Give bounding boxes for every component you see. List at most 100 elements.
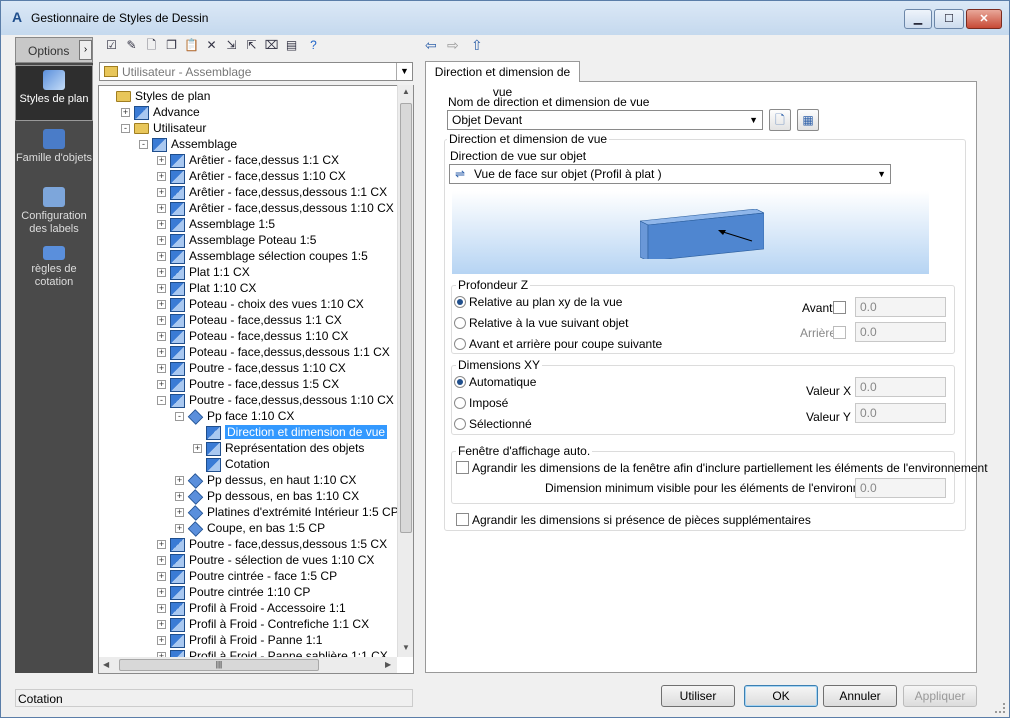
expand-icon[interactable]: +: [175, 508, 184, 518]
xy-auto-radio[interactable]: [454, 376, 466, 388]
expand-icon[interactable]: +: [157, 220, 166, 230]
tree-item[interactable]: + Assemblage Poteau 1:5: [157, 232, 316, 248]
scroll-left-icon[interactable]: ◀: [103, 660, 109, 669]
tree-item[interactable]: + Coupe, en bas 1:5 CP: [175, 520, 325, 537]
ok-button[interactable]: OK: [744, 685, 818, 707]
scroll-thumb[interactable]: |||: [119, 659, 319, 671]
tree-item[interactable]: + Pp dessus, en haut 1:10 CX: [175, 472, 356, 489]
properties-icon[interactable]: ▤: [283, 37, 300, 54]
scroll-down-icon[interactable]: ▼: [402, 643, 410, 652]
expand-icon[interactable]: +: [157, 380, 166, 390]
tree-item[interactable]: + Profil à Froid - Contrefiche 1:1 CX: [157, 616, 369, 632]
tree-item[interactable]: + Poutre - face,dessus 1:5 CX: [157, 376, 339, 392]
tree-item[interactable]: + Poutre - face,dessus 1:10 CX: [157, 360, 346, 376]
expand-icon[interactable]: +: [121, 108, 130, 118]
enlarge-window-checkbox[interactable]: [456, 461, 469, 474]
expand-icon[interactable]: +: [193, 444, 202, 454]
min-visible-field[interactable]: 0.0: [855, 478, 946, 498]
tree-item[interactable]: - Utilisateur: [121, 120, 206, 136]
tree-item[interactable]: + Platines d'extrémité Intérieur 1:5 CP: [175, 504, 399, 521]
collapse-icon[interactable]: -: [121, 124, 130, 134]
expand-icon[interactable]: +: [157, 188, 166, 198]
paste-icon[interactable]: 📋: [183, 37, 200, 54]
new-icon[interactable]: 🗋: [143, 37, 160, 54]
nav-item-label-config[interactable]: Configuration des labels: [15, 183, 93, 235]
expand-icon[interactable]: +: [157, 572, 166, 582]
expand-icon[interactable]: +: [157, 332, 166, 342]
tree-item[interactable]: + Représentation des objets: [193, 440, 364, 456]
delete-icon[interactable]: ✕: [203, 37, 220, 54]
copy-icon[interactable]: ❐: [163, 37, 180, 54]
scroll-thumb[interactable]: [400, 103, 412, 533]
collapse-icon[interactable]: -: [175, 412, 184, 422]
tree-item[interactable]: Cotation: [193, 456, 270, 472]
expand-icon[interactable]: +: [157, 364, 166, 374]
tree-item[interactable]: + Poteau - face,dessus,dessous 1:1 CX: [157, 344, 390, 360]
tree-item[interactable]: - Poutre - face,dessus,dessous 1:10 CX: [157, 392, 394, 408]
expand-icon[interactable]: +: [157, 540, 166, 550]
help-icon[interactable]: ?: [305, 37, 322, 54]
tree-item[interactable]: + Poteau - choix des vues 1:10 CX: [157, 296, 364, 312]
tree-item[interactable]: + Poutre cintrée 1:10 CP: [157, 584, 310, 600]
tree-item[interactable]: + Plat 1:1 CX: [157, 264, 250, 280]
expand-icon[interactable]: +: [157, 604, 166, 614]
extra-parts-checkbox[interactable]: [456, 513, 469, 526]
x-value-field[interactable]: 0.0: [855, 377, 946, 397]
nav-item-plan-styles[interactable]: Styles de plan: [15, 65, 93, 121]
scroll-right-icon[interactable]: ▶: [385, 660, 391, 669]
expand-icon[interactable]: +: [175, 492, 184, 502]
name-select[interactable]: Objet Devant ▼: [447, 110, 763, 130]
nav-item-object-family[interactable]: Famille d'objets: [15, 125, 93, 175]
select-view-button[interactable]: ▦: [797, 109, 819, 131]
tree-vertical-scrollbar[interactable]: ▲ ▼: [397, 85, 413, 657]
xy-imposed-radio[interactable]: [454, 397, 466, 409]
tree-item[interactable]: + Arêtier - face,dessus 1:1 CX: [157, 152, 339, 168]
tree-item[interactable]: - Pp face 1:10 CX: [175, 408, 294, 425]
y-value-field[interactable]: 0.0: [855, 403, 946, 423]
options-tab[interactable]: Options ›: [15, 37, 93, 63]
collapse-icon[interactable]: -: [157, 396, 166, 406]
depth-relative-view-radio[interactable]: [454, 317, 466, 329]
chevron-down-icon[interactable]: ▼: [396, 63, 412, 80]
tree-item[interactable]: + Poteau - face,dessus 1:1 CX: [157, 312, 342, 328]
tree-item[interactable]: + Assemblage 1:5: [157, 216, 275, 232]
tree-item[interactable]: + Poutre - sélection de vues 1:10 CX: [157, 552, 374, 568]
tree-item[interactable]: + Profil à Froid - Panne 1:1: [157, 632, 322, 648]
check-icon[interactable]: ☑: [103, 37, 120, 54]
cancel-button[interactable]: Annuler: [823, 685, 897, 707]
tree-item[interactable]: - Assemblage: [139, 136, 237, 152]
maximize-button[interactable]: ☐: [934, 9, 964, 29]
tree-item[interactable]: + Profil à Froid - Accessoire 1:1: [157, 600, 346, 616]
up-arrow-icon[interactable]: ⇧: [471, 37, 489, 54]
path-combo[interactable]: Utilisateur - Assemblage ▼: [99, 62, 413, 81]
direction-select[interactable]: ⇌ Vue de face sur objet (Profil à plat )…: [449, 164, 891, 184]
expand-icon[interactable]: +: [157, 268, 166, 278]
tree-item[interactable]: + Poutre - face,dessus,dessous 1:5 CX: [157, 536, 387, 552]
nav-item-dimension-rules[interactable]: règles de cotation: [15, 242, 93, 294]
forward-arrow-icon[interactable]: ⇨: [447, 37, 465, 54]
scroll-up-icon[interactable]: ▲: [402, 87, 410, 96]
expand-icon[interactable]: +: [157, 348, 166, 358]
expand-icon[interactable]: +: [157, 588, 166, 598]
back-arrow-icon[interactable]: ⇦: [425, 37, 443, 54]
expand-icon[interactable]: +: [157, 252, 166, 262]
back-checkbox[interactable]: [833, 326, 846, 339]
tree-item[interactable]: + Advance: [121, 104, 200, 120]
expand-icon[interactable]: +: [157, 284, 166, 294]
tree-item[interactable]: + Poteau - face,dessus 1:10 CX: [157, 328, 348, 344]
expand-icon[interactable]: +: [157, 556, 166, 566]
export-icon[interactable]: ⇱: [243, 37, 260, 54]
expand-icon[interactable]: +: [157, 636, 166, 646]
edit-icon[interactable]: ✎: [123, 37, 140, 54]
front-checkbox[interactable]: [833, 301, 846, 314]
tree-item[interactable]: Direction et dimension de vue: [193, 424, 388, 440]
back-field[interactable]: 0.0: [855, 322, 946, 342]
expand-icon[interactable]: +: [175, 524, 184, 534]
tree-item[interactable]: + Arêtier - face,dessus 1:10 CX: [157, 168, 346, 184]
resize-grip-icon[interactable]: [995, 703, 1005, 713]
expand-icon[interactable]: +: [157, 620, 166, 630]
tree-item[interactable]: + Pp dessous, en bas 1:10 CX: [175, 488, 359, 505]
expand-icon[interactable]: +: [175, 476, 184, 486]
purge-icon[interactable]: ⌧: [263, 37, 280, 54]
collapse-arrow-icon[interactable]: ›: [79, 40, 92, 60]
